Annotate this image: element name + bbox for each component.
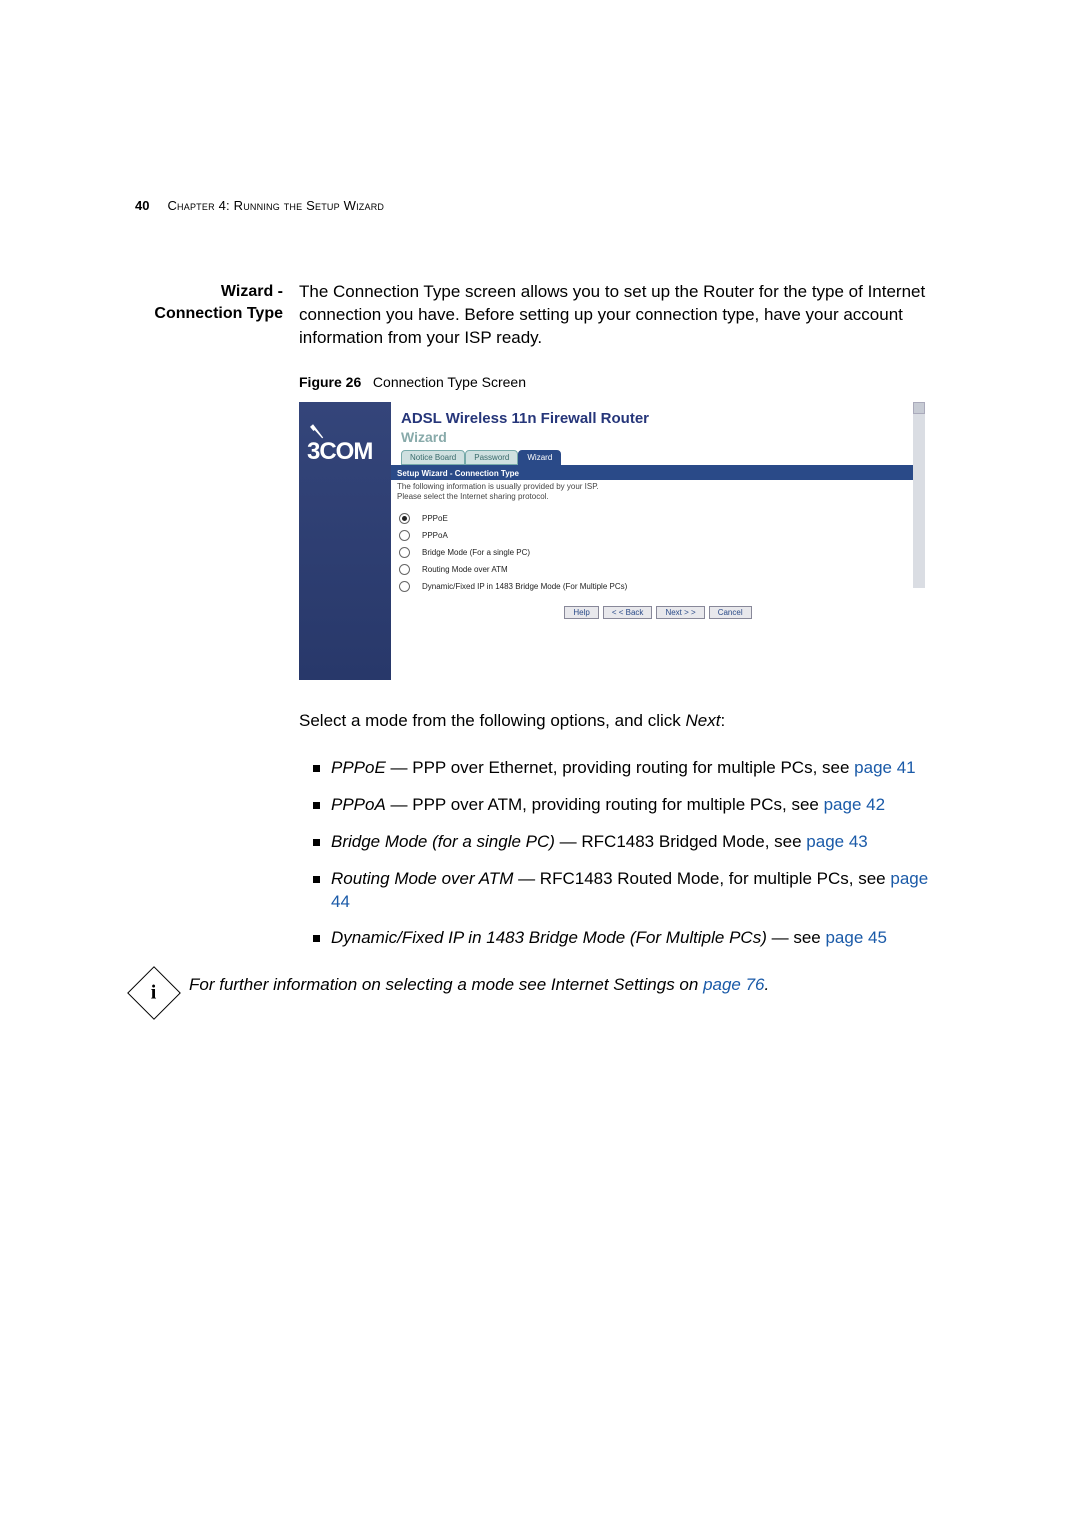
radio-label: PPPoA [422, 531, 448, 540]
radio-label: Bridge Mode (For a single PC) [422, 548, 530, 557]
list-item: Routing Mode over ATM — RFC1483 Routed M… [313, 868, 945, 914]
list-item: PPPoA — PPP over ATM, providing routing … [313, 794, 945, 817]
page-link[interactable]: page 41 [854, 758, 915, 777]
options-list: PPPoE — PPP over Ethernet, providing rou… [299, 757, 945, 951]
radio-label: PPPoE [422, 514, 448, 523]
tab-notice-board[interactable]: Notice Board [401, 450, 465, 465]
screenshot-sidebar: ܢ 3COM [299, 402, 391, 680]
wizard-subtitle: Wizard [391, 427, 925, 445]
next-button[interactable]: Next > > [656, 606, 704, 619]
list-item: PPPoE — PPP over Ethernet, providing rou… [313, 757, 945, 780]
radio-icon [399, 530, 410, 541]
vendor-brand: 3COM [307, 438, 372, 466]
radio-label: Routing Mode over ATM [422, 565, 508, 574]
tab-password[interactable]: Password [465, 450, 518, 465]
body-column: The Connection Type screen allows you to… [299, 281, 945, 968]
info-note: i For further information on selecting a… [135, 974, 945, 1012]
tab-strip: Notice Board Password Wizard [401, 449, 915, 465]
screenshot-main: ADSL Wireless 11n Firewall Router Wizard… [391, 402, 925, 680]
running-head: 40 Chapter 4: Running the Setup Wizard [135, 198, 945, 213]
list-item: Dynamic/Fixed IP in 1483 Bridge Mode (Fo… [313, 927, 945, 950]
radio-icon [399, 564, 410, 575]
figure-caption: Connection Type Screen [373, 374, 526, 390]
panel-title-bar: Setup Wizard - Connection Type [391, 467, 925, 480]
help-button[interactable]: Help [564, 606, 598, 619]
screenshot: ܢ 3COM ADSL Wireless 11n Firewall Router… [299, 402, 925, 680]
radio-routing-atm[interactable]: Routing Mode over ATM [391, 564, 925, 581]
radio-bridge[interactable]: Bridge Mode (For a single PC) [391, 547, 925, 564]
page-link[interactable]: page 76 [703, 975, 764, 994]
router-title: ADSL Wireless 11n Firewall Router [391, 402, 925, 427]
section-row: Wizard - Connection Type The Connection … [135, 281, 945, 968]
radio-icon [399, 581, 410, 592]
list-item: Bridge Mode (for a single PC) — RFC1483 … [313, 831, 945, 854]
vendor-logo-icon: ܢ [309, 408, 323, 439]
radio-icon [399, 547, 410, 558]
page-link[interactable]: page 42 [824, 795, 885, 814]
info-icon: i [127, 967, 181, 1021]
page-link[interactable]: page 43 [806, 832, 867, 851]
panel-description: The following information is usually pro… [391, 480, 925, 513]
radio-icon [399, 513, 410, 524]
chapter-title: Chapter 4: Running the Setup Wizard [167, 198, 384, 213]
radio-label: Dynamic/Fixed IP in 1483 Bridge Mode (Fo… [422, 582, 627, 591]
radio-dynamic-ip[interactable]: Dynamic/Fixed IP in 1483 Bridge Mode (Fo… [391, 581, 925, 598]
radio-pppoe[interactable]: PPPoE [391, 513, 925, 530]
scrollbar-track[interactable] [913, 402, 925, 588]
scroll-up-button[interactable] [913, 402, 925, 414]
radio-pppoa[interactable]: PPPoA [391, 530, 925, 547]
page-content: 40 Chapter 4: Running the Setup Wizard W… [135, 198, 945, 1012]
cancel-button[interactable]: Cancel [709, 606, 752, 619]
figure-label: Figure 26 Connection Type Screen [299, 374, 945, 390]
wizard-panel: Setup Wizard - Connection Type The follo… [391, 465, 925, 619]
wizard-button-row: Help < < Back Next > > Cancel [391, 598, 925, 619]
select-paragraph: Select a mode from the following options… [299, 710, 945, 733]
info-text: For further information on selecting a m… [189, 974, 769, 997]
side-heading: Wizard - Connection Type [135, 281, 283, 968]
back-button[interactable]: < < Back [603, 606, 653, 619]
page-number: 40 [135, 198, 149, 213]
intro-paragraph: The Connection Type screen allows you to… [299, 281, 945, 350]
figure-number: Figure 26 [299, 374, 361, 390]
tab-wizard[interactable]: Wizard [518, 450, 561, 465]
page-link[interactable]: page 45 [825, 928, 886, 947]
